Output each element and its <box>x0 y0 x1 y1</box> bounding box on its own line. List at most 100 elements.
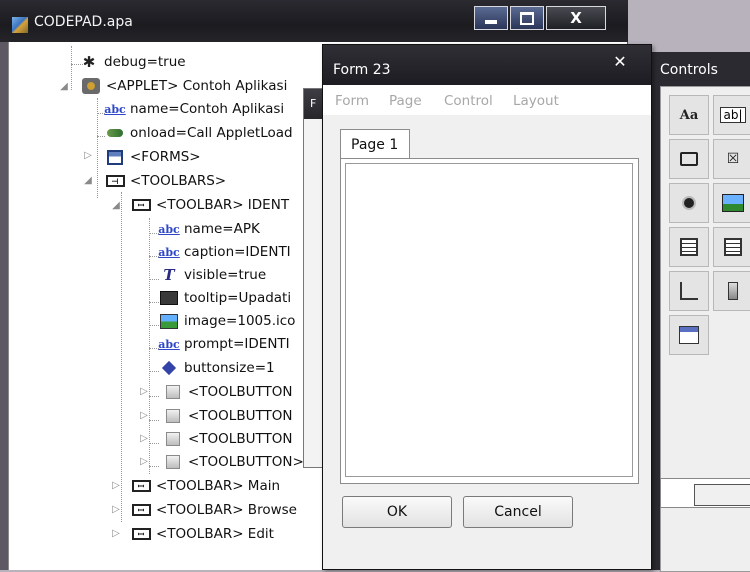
expand-triangle-icon[interactable]: ▷ <box>139 410 149 421</box>
textbox-tool-icon: ab| <box>720 107 746 123</box>
tree-node-toolbutton[interactable]: <TOOLBUTTON <box>163 381 292 403</box>
controls-title: Controls <box>660 62 718 78</box>
radio-tool[interactable] <box>669 183 709 223</box>
app-icon <box>11 16 29 34</box>
cancel-button[interactable]: Cancel <box>463 496 573 528</box>
grid-tool-icon <box>680 238 698 256</box>
tree-node-prompt[interactable]: abc prompt=IDENTI <box>158 333 289 355</box>
menu-control[interactable]: Control <box>444 93 493 109</box>
close-button[interactable]: X <box>546 6 606 30</box>
toolbutton-icon <box>163 430 183 448</box>
checkbox-tool[interactable]: ☒ <box>713 139 750 179</box>
tree-node-forms[interactable]: <FORMS> <box>105 146 201 168</box>
maximize-icon <box>520 11 534 25</box>
expand-triangle-icon[interactable]: ▷ <box>139 386 149 397</box>
tree-connector <box>149 325 159 326</box>
calendar-tool-icon <box>679 326 699 344</box>
spinner-tool[interactable] <box>713 271 750 311</box>
tree-node-debug[interactable]: ✱ debug=true <box>79 51 186 73</box>
expand-triangle-icon[interactable]: ▷ <box>111 504 121 515</box>
expand-triangle-icon[interactable]: ▷ <box>111 480 121 491</box>
listview-tool-icon <box>724 238 742 256</box>
forms-icon <box>105 148 125 166</box>
grid-tool[interactable] <box>669 227 709 267</box>
tree-node-image[interactable]: image=1005.ico <box>159 310 295 332</box>
collapse-triangle-icon[interactable]: ◢ <box>111 200 121 211</box>
tree-connector <box>97 136 105 137</box>
tree-connector <box>149 420 159 421</box>
tree-node-toolbutton[interactable]: <TOOLBUTTON <box>163 405 292 427</box>
picture-tool[interactable] <box>713 183 750 223</box>
minimize-icon <box>485 20 497 24</box>
controls-window: Controls Aa ab| ☒ <box>646 52 750 572</box>
tree-node-toolbar-browse[interactable]: ꟷ <TOOLBAR> Browse <box>131 499 297 521</box>
number-property-icon <box>159 359 179 377</box>
toolbar-icon: ꟷ <box>131 501 151 519</box>
calendar-tool[interactable] <box>669 315 709 355</box>
toolbutton-icon <box>163 383 183 401</box>
tree-node-caption[interactable]: abc caption=IDENTI <box>158 241 290 263</box>
menu-form[interactable]: Form <box>335 93 369 109</box>
spinner-tool-icon <box>728 282 738 300</box>
form-titlebar[interactable]: Form 23 ✕ <box>323 45 651 85</box>
tree-node-applet[interactable]: <APPLET> Contoh Aplikasi <box>81 75 287 97</box>
toolbutton-icon <box>163 453 183 471</box>
radio-tool-icon <box>682 196 696 210</box>
expand-triangle-icon[interactable]: ▷ <box>139 433 149 444</box>
tree-connector <box>149 396 159 397</box>
label-tool-icon: Aa <box>679 107 699 123</box>
abc-property-icon: abc <box>158 337 180 351</box>
abc-property-icon: abc <box>158 245 180 259</box>
tree-connector <box>71 46 72 90</box>
tree-node-tooltip[interactable]: tooltip=Upadati <box>159 287 291 309</box>
maximize-button[interactable] <box>510 6 544 30</box>
applet-icon <box>81 77 101 95</box>
event-icon <box>105 124 125 142</box>
tab-panel <box>340 158 639 484</box>
collapse-triangle-icon[interactable]: ◢ <box>59 81 69 92</box>
tree-node-toolbar-edit[interactable]: ꟷ <TOOLBAR> Edit <box>131 523 274 545</box>
tree-connector <box>121 192 122 522</box>
close-icon: X <box>570 9 582 27</box>
tree-node-toolbar-main[interactable]: ꟷ <TOOLBAR> Main <box>131 475 280 497</box>
chart-tool-icon <box>680 282 698 300</box>
codepad-title: CODEPAD.apa <box>34 14 133 30</box>
tree-node-visible[interactable]: T visible=true <box>159 264 266 286</box>
tree-node-toolbutton[interactable]: <TOOLBUTTON <box>163 428 292 450</box>
listview-tool[interactable] <box>713 227 750 267</box>
toolbar-icon: ꟷ <box>131 477 151 495</box>
menu-page[interactable]: Page <box>389 93 422 109</box>
tooltip-property-icon <box>159 289 179 307</box>
bug-icon: ✱ <box>82 53 96 71</box>
button-tool[interactable] <box>669 139 709 179</box>
expand-triangle-icon[interactable]: ▷ <box>111 528 121 539</box>
controls-action-button[interactable] <box>694 484 750 506</box>
tree-node-toolbar-name[interactable]: abc name=APK <box>158 218 260 240</box>
tab-page-1[interactable]: Page 1 <box>340 129 410 159</box>
ok-button[interactable]: OK <box>342 496 452 528</box>
toolbars-icon: ⊣ <box>105 172 125 190</box>
tree-node-name[interactable]: abc name=Contoh Aplikasi <box>104 98 284 120</box>
tree-connector <box>149 279 159 280</box>
abc-property-icon: abc <box>158 222 180 236</box>
label-tool[interactable]: Aa <box>669 95 709 135</box>
form-canvas[interactable] <box>345 163 633 477</box>
expand-triangle-icon[interactable]: ▷ <box>139 456 149 467</box>
tree-node-onload[interactable]: onload=Call AppletLoad <box>105 122 293 144</box>
expand-triangle-icon[interactable]: ▷ <box>83 150 93 161</box>
close-icon[interactable]: ✕ <box>605 51 635 73</box>
collapse-triangle-icon[interactable]: ◢ <box>83 175 93 186</box>
picture-tool-icon <box>722 194 744 212</box>
boolean-property-icon: T <box>163 266 175 284</box>
codepad-titlebar[interactable]: CODEPAD.apa X <box>0 0 628 42</box>
tree-node-toolbutton[interactable]: <TOOLBUTTON> <box>163 451 304 473</box>
chart-tool[interactable] <box>669 271 709 311</box>
form-menubar: Form Page Control Layout <box>323 85 651 115</box>
tree-node-toolbars[interactable]: ⊣ <TOOLBARS> <box>105 170 226 192</box>
textbox-tool[interactable]: ab| <box>713 95 750 135</box>
menu-layout[interactable]: Layout <box>513 93 559 109</box>
checkbox-tool-icon: ☒ <box>726 151 740 167</box>
tree-node-buttonsize[interactable]: buttonsize=1 <box>159 357 275 379</box>
tree-node-toolbar-ident[interactable]: ꟷ <TOOLBAR> IDENT <box>131 194 289 216</box>
minimize-button[interactable] <box>474 6 508 30</box>
